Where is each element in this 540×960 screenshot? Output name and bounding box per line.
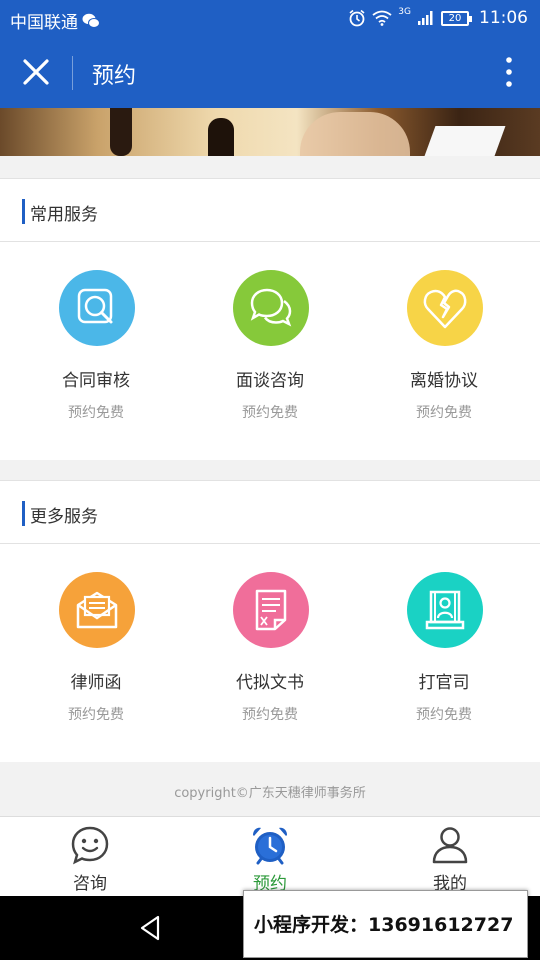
clock: 11:06 xyxy=(479,8,528,28)
nav-divider xyxy=(72,56,73,90)
envelope-icon xyxy=(59,572,135,648)
signal-icon xyxy=(418,11,433,25)
service-consultation[interactable]: 面谈咨询 预约免费 xyxy=(180,242,360,460)
close-icon[interactable] xyxy=(20,56,52,88)
service-title: 律师函 xyxy=(70,673,122,693)
service-grid-more: 律师函 预约免费 代拟文书 预约免费 打官司 预约免费 xyxy=(0,544,540,762)
more-options-icon[interactable] xyxy=(504,56,514,88)
document-icon xyxy=(233,572,309,648)
service-contract-review[interactable]: 合同审核 预约免费 xyxy=(6,242,186,460)
tab-bar: 咨询 预约 我的 xyxy=(0,816,540,896)
wifi-icon xyxy=(372,10,392,26)
copyright-text: copyright©广东天穗律师事务所 xyxy=(174,786,366,801)
banner-image xyxy=(0,108,540,156)
service-title: 合同审核 xyxy=(62,371,130,391)
service-title: 面谈咨询 xyxy=(236,371,304,391)
promo-banner: 小程序开发：13691612727 xyxy=(243,890,528,958)
section-title: 常用服务 xyxy=(30,205,98,225)
page-title: 预约 xyxy=(92,64,137,89)
chat-bubbles-icon xyxy=(233,270,309,346)
magnifier-document-icon xyxy=(59,270,135,346)
section-title: 更多服务 xyxy=(30,507,98,527)
tab-appointment[interactable]: 预约 xyxy=(180,817,360,897)
network-type: 3G xyxy=(398,7,411,17)
service-lawsuit[interactable]: 打官司 预约免费 xyxy=(354,544,534,762)
status-bar: 中国联通 3G 20 11:06 xyxy=(0,0,540,36)
tab-mine[interactable]: 我的 xyxy=(360,817,540,897)
section-header-common: 常用服务 xyxy=(0,178,540,242)
back-icon[interactable] xyxy=(138,914,162,942)
service-grid-common: 合同审核 预约免费 面谈咨询 预约免费 离婚协议 预约免费 xyxy=(0,242,540,460)
service-title: 代拟文书 xyxy=(236,673,304,693)
service-subtitle: 预约免费 xyxy=(416,405,472,421)
tab-consult[interactable]: 咨询 xyxy=(0,817,180,897)
service-subtitle: 预约免费 xyxy=(416,707,472,723)
service-subtitle: 预约免费 xyxy=(68,707,124,723)
service-subtitle: 预约免费 xyxy=(68,405,124,421)
tab-label: 咨询 xyxy=(73,874,107,894)
battery-icon: 20 xyxy=(441,10,472,26)
section-header-more: 更多服务 xyxy=(0,480,540,544)
alarm-clock-icon xyxy=(253,827,287,865)
carrier-label: 中国联通 xyxy=(10,13,78,33)
user-icon xyxy=(432,827,468,864)
broken-heart-icon xyxy=(407,270,483,346)
nav-bar: 预约 xyxy=(0,36,540,108)
wechat-icon xyxy=(82,13,100,28)
smiley-icon xyxy=(71,826,109,865)
service-title: 打官司 xyxy=(418,673,470,693)
service-divorce-agreement[interactable]: 离婚协议 预约免费 xyxy=(354,242,534,460)
alarm-icon xyxy=(349,9,365,27)
service-subtitle: 预约免费 xyxy=(242,707,298,723)
courtroom-icon xyxy=(407,572,483,648)
service-document-drafting[interactable]: 代拟文书 预约免费 xyxy=(180,544,360,762)
service-lawyer-letter[interactable]: 律师函 预约免费 xyxy=(6,544,186,762)
service-title: 离婚协议 xyxy=(410,371,478,391)
service-subtitle: 预约免费 xyxy=(242,405,298,421)
